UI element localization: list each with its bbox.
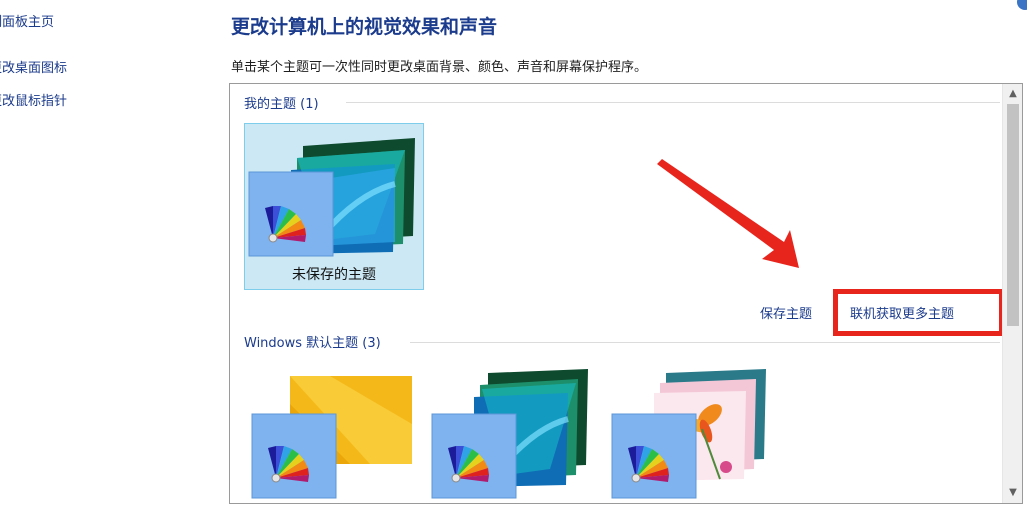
- group-divider: [410, 342, 1000, 343]
- annotation-highlight-box: [833, 289, 1004, 336]
- save-theme-link[interactable]: 保存主题: [760, 303, 812, 322]
- nav-link-change-desktop-icons[interactable]: 更改桌面图标: [0, 57, 67, 76]
- theme-tile-unsaved[interactable]: 未保存的主题: [244, 123, 424, 290]
- help-icon[interactable]: [1017, 0, 1027, 10]
- nav-link-change-mouse-pointers[interactable]: 更改鼠标指针: [0, 90, 67, 109]
- theme-tile-lines-and-colors[interactable]: [430, 369, 600, 503]
- page-title: 更改计算机上的视觉效果和声音: [231, 16, 498, 38]
- theme-tile-label: 未保存的主题: [292, 267, 376, 283]
- color-fan-icon: [448, 446, 489, 483]
- group-header-my-themes: 我的主题 (1): [244, 97, 319, 112]
- color-fan-icon: [268, 446, 309, 483]
- scroll-thumb[interactable]: [1007, 104, 1019, 326]
- group-header-windows-default-themes: Windows 默认主题 (3): [244, 336, 381, 351]
- vertical-scrollbar[interactable]: ▲ ▼: [1002, 84, 1022, 503]
- page-description: 单击某个主题可一次性同时更改桌面背景、颜色、声音和屏幕保护程序。: [231, 60, 648, 75]
- nav-link-control-panel-home[interactable]: 控制面板主页: [0, 11, 54, 30]
- color-fan-icon: [265, 206, 306, 243]
- theme-tile-windows[interactable]: [250, 374, 420, 503]
- theme-tile-flowers[interactable]: [610, 369, 780, 503]
- scroll-down-icon[interactable]: ▼: [1003, 484, 1022, 502]
- group-divider: [346, 102, 1000, 103]
- scroll-up-icon[interactable]: ▲: [1003, 85, 1022, 103]
- theme-list[interactable]: 我的主题 (1) 未保存的主题 保存主题 联机获取更多主题 Windows 默认…: [229, 83, 1023, 504]
- color-fan-icon: [628, 446, 669, 483]
